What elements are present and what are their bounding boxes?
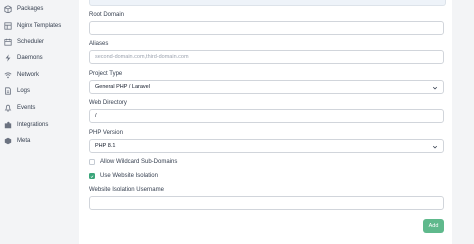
template-icon xyxy=(4,22,12,30)
web-directory-input[interactable] xyxy=(89,109,444,123)
php-version-value: PHP 8.1 xyxy=(95,143,116,149)
root-domain-input[interactable] xyxy=(89,21,444,35)
isolation-checkbox-row[interactable]: Use Website Isolation xyxy=(89,172,158,180)
sidebar-item-label: Scheduler xyxy=(17,39,45,45)
sidebar-item-label: Events xyxy=(17,105,36,111)
sidebar-item-daemons[interactable]: Daemons xyxy=(4,51,43,65)
project-type-label: Project Type xyxy=(89,71,123,77)
isolation-label: Use Website Isolation xyxy=(100,173,158,179)
project-type-value: General PHP / Laravel xyxy=(95,84,150,90)
cube-icon xyxy=(4,137,12,145)
sidebar-item-label: Logs xyxy=(17,88,31,94)
previous-field[interactable] xyxy=(89,0,446,6)
isolation-username-input[interactable] xyxy=(89,196,444,210)
root-domain-label: Root Domain xyxy=(89,12,125,18)
calendar-icon xyxy=(4,38,12,46)
sidebar-item-label: Daemons xyxy=(17,55,43,61)
wildcard-label: Allow Wildcard Sub-Domains xyxy=(100,159,178,165)
isolation-checkbox[interactable] xyxy=(89,173,95,179)
sidebar-item-packages[interactable]: Packages xyxy=(4,2,43,16)
sidebar-item-label: Meta xyxy=(17,138,31,144)
wildcard-checkbox[interactable] xyxy=(89,159,95,165)
web-directory-label: Web Directory xyxy=(89,100,127,106)
php-version-select[interactable]: PHP 8.1 xyxy=(89,139,444,153)
sidebar-item-meta[interactable]: Meta xyxy=(4,134,30,148)
chevron-down-icon xyxy=(432,145,438,149)
package-icon xyxy=(4,5,12,13)
add-button[interactable]: Add xyxy=(423,219,444,233)
puzzle-icon xyxy=(4,121,12,129)
sidebar: Packages Nginx Templates Scheduler Daemo… xyxy=(0,0,78,244)
sidebar-item-label: Packages xyxy=(17,6,44,12)
sidebar-item-label: Nginx Templates xyxy=(17,23,62,29)
sidebar-item-logs[interactable]: Logs xyxy=(4,84,30,98)
sidebar-item-scheduler[interactable]: Scheduler xyxy=(4,35,44,49)
sidebar-item-label: Integrations xyxy=(17,122,49,128)
php-version-label: PHP Version xyxy=(89,130,123,136)
isolation-username-label: Website Isolation Username xyxy=(89,187,164,193)
sidebar-item-label: Network xyxy=(17,72,40,78)
check-icon xyxy=(90,174,94,178)
wildcard-checkbox-row[interactable]: Allow Wildcard Sub-Domains xyxy=(89,158,177,166)
aliases-label: Aliases xyxy=(89,41,109,47)
sidebar-item-events[interactable]: Events xyxy=(4,101,35,115)
wifi-icon xyxy=(4,71,12,79)
chevron-down-icon xyxy=(432,86,438,90)
document-icon xyxy=(4,87,12,95)
sidebar-item-network[interactable]: Network xyxy=(4,68,39,82)
bolt-icon xyxy=(4,54,12,62)
bell-icon xyxy=(4,104,12,112)
aliases-input[interactable] xyxy=(89,50,444,64)
project-type-select[interactable]: General PHP / Laravel xyxy=(89,80,444,94)
sidebar-item-nginx-templates[interactable]: Nginx Templates xyxy=(4,19,61,33)
sidebar-item-integrations[interactable]: Integrations xyxy=(4,118,48,132)
